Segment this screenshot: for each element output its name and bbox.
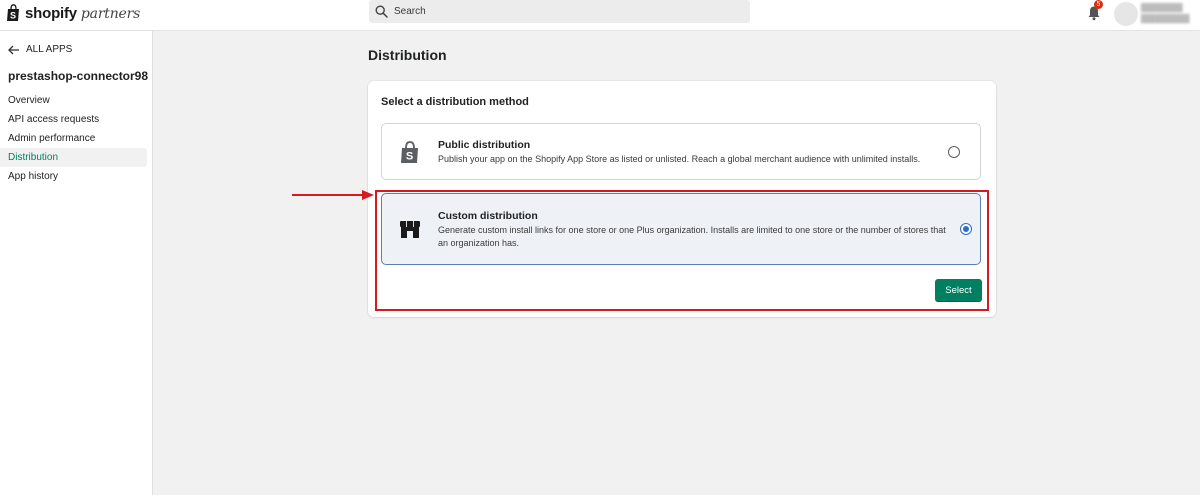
sidebar: ALL APPS prestashop-connector98 Overview… [0,31,153,495]
sidebar-item-overview[interactable]: Overview [0,91,147,110]
storefront-icon [400,221,420,238]
option-description: Publish your app on the Shopify App Stor… [438,154,921,164]
top-bar: S shopify partners 5 ▇▇▇▇▇▇▇▇▇▇▇▇▇ [0,0,1200,31]
option-description: Generate custom install links for one st… [438,225,946,248]
card-title: Select a distribution method [381,96,529,108]
logo-brand-text: shopify [25,4,77,22]
sidebar-item-api-access-requests[interactable]: API access requests [0,110,147,129]
logo-sub-text: partners [80,5,141,22]
distribution-card: Select a distribution method S Public di… [368,81,996,317]
shopify-bag-icon: S [7,4,19,21]
sidebar-nav: Overview API access requests Admin perfo… [0,91,153,186]
sidebar-item-distribution[interactable]: Distribution [0,148,147,167]
all-apps-label: ALL APPS [26,44,73,55]
arrow-left-icon [8,45,19,54]
all-apps-link[interactable]: ALL APPS [8,44,72,55]
option-title: Custom distribution [438,210,538,222]
shopify-partners-logo[interactable]: S shopify partners [6,4,140,22]
sidebar-item-app-history[interactable]: App history [0,167,147,186]
svg-text:S: S [10,11,16,21]
custom-distribution-radio[interactable] [960,223,972,235]
radio-selected-dot [963,226,969,232]
svg-text:S: S [406,151,413,163]
sidebar-item-admin-performance[interactable]: Admin performance [0,129,147,148]
public-distribution-option[interactable]: S Public distribution Publish your app o… [381,123,981,180]
app-name: prestashop-connector98 [8,69,149,83]
option-title: Public distribution [438,139,531,151]
custom-distribution-option[interactable]: Custom distribution Generate custom inst… [381,193,981,265]
page-title: Distribution [368,47,447,63]
select-button[interactable]: Select [935,279,982,302]
public-distribution-radio[interactable] [948,146,960,158]
avatar[interactable] [1114,2,1138,26]
notification-badge: 5 [1094,0,1103,9]
search-bar[interactable] [369,0,750,23]
annotation-arrow-icon [292,190,374,200]
shopify-bag-icon: S [401,141,418,163]
search-input[interactable] [394,6,734,17]
user-account-redacted[interactable]: ▇▇▇▇▇▇ ▇▇▇▇▇▇▇ [1141,2,1189,24]
search-icon [375,5,388,18]
